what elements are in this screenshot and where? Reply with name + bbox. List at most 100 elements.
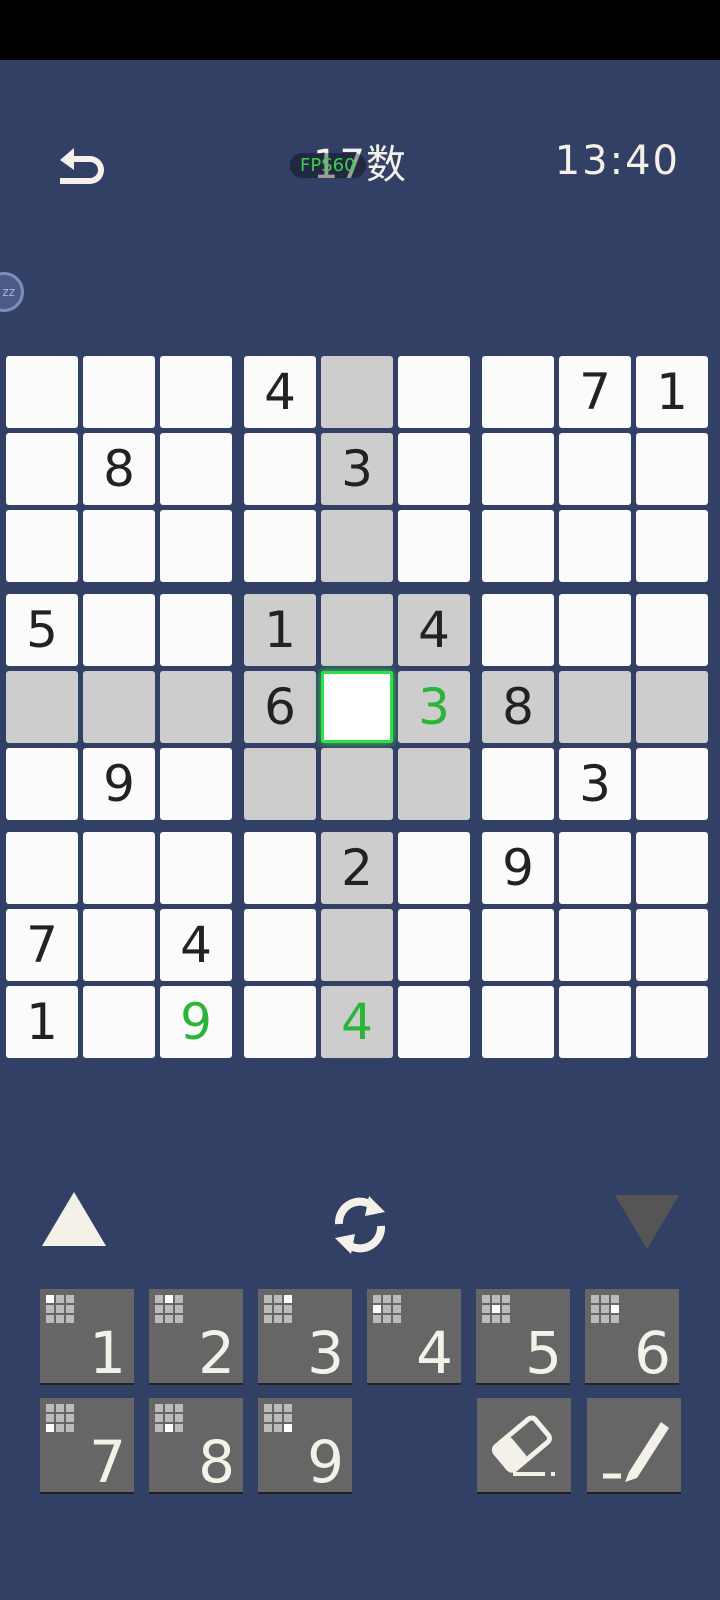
- sudoku-cell[interactable]: [6, 356, 78, 428]
- sudoku-cell[interactable]: [244, 510, 316, 582]
- sudoku-cell[interactable]: [6, 671, 78, 743]
- sudoku-cell[interactable]: [482, 748, 554, 820]
- sudoku-cell[interactable]: [83, 356, 155, 428]
- sudoku-cell[interactable]: [6, 510, 78, 582]
- sudoku-cell[interactable]: [160, 594, 232, 666]
- sudoku-cell[interactable]: [482, 986, 554, 1058]
- sudoku-cell[interactable]: [398, 356, 470, 428]
- sudoku-cell[interactable]: 4: [244, 356, 316, 428]
- sudoku-cell[interactable]: [244, 909, 316, 981]
- sudoku-cell[interactable]: [83, 510, 155, 582]
- sudoku-cell[interactable]: 3: [559, 748, 631, 820]
- sudoku-cell[interactable]: [244, 433, 316, 505]
- sudoku-cell[interactable]: 6: [244, 671, 316, 743]
- sudoku-cell[interactable]: [83, 986, 155, 1058]
- sudoku-cell[interactable]: [398, 748, 470, 820]
- sudoku-cell[interactable]: [398, 832, 470, 904]
- sudoku-cell[interactable]: [160, 832, 232, 904]
- sudoku-cell[interactable]: [636, 748, 708, 820]
- eraser-button[interactable]: [477, 1398, 571, 1492]
- sudoku-cell[interactable]: [482, 433, 554, 505]
- sudoku-cell[interactable]: 2: [321, 832, 393, 904]
- sudoku-cell[interactable]: 3: [321, 433, 393, 505]
- sudoku-cell[interactable]: [636, 909, 708, 981]
- sudoku-cell[interactable]: [6, 832, 78, 904]
- pencil-button[interactable]: [587, 1398, 681, 1492]
- sudoku-cell[interactable]: 4: [398, 594, 470, 666]
- sudoku-cell[interactable]: [398, 986, 470, 1058]
- sudoku-cell[interactable]: 1: [244, 594, 316, 666]
- sudoku-cell[interactable]: [398, 433, 470, 505]
- digit-key-1[interactable]: 1: [40, 1289, 134, 1387]
- sudoku-cell[interactable]: [321, 510, 393, 582]
- arrow-up-icon[interactable]: [42, 1192, 106, 1246]
- sudoku-cell[interactable]: [636, 594, 708, 666]
- digit-key-5[interactable]: 5: [476, 1289, 570, 1387]
- sudoku-cell[interactable]: [636, 510, 708, 582]
- sleep-button[interactable]: zz: [0, 272, 24, 312]
- sudoku-cell[interactable]: [321, 356, 393, 428]
- arrow-down-icon[interactable]: [615, 1195, 679, 1249]
- sudoku-cell[interactable]: 5: [6, 594, 78, 666]
- sudoku-cell[interactable]: [83, 832, 155, 904]
- sudoku-cell[interactable]: [636, 671, 708, 743]
- sudoku-cell[interactable]: 3: [398, 671, 470, 743]
- sudoku-cell[interactable]: 7: [6, 909, 78, 981]
- sudoku-cell[interactable]: [559, 510, 631, 582]
- sudoku-cell[interactable]: [398, 909, 470, 981]
- sudoku-cell[interactable]: [482, 594, 554, 666]
- digit-key-label: 6: [634, 1319, 671, 1387]
- sudoku-cell[interactable]: [398, 510, 470, 582]
- sudoku-cell[interactable]: [559, 909, 631, 981]
- sudoku-cell[interactable]: 4: [321, 986, 393, 1058]
- sudoku-cell[interactable]: [636, 986, 708, 1058]
- sudoku-cell[interactable]: [482, 510, 554, 582]
- sudoku-cell[interactable]: [244, 986, 316, 1058]
- digit-key-7[interactable]: 7: [40, 1398, 134, 1496]
- digit-key-4[interactable]: 4: [367, 1289, 461, 1387]
- sudoku-cell[interactable]: 9: [482, 832, 554, 904]
- sudoku-cell[interactable]: [160, 671, 232, 743]
- sudoku-cell[interactable]: [83, 671, 155, 743]
- sudoku-cell[interactable]: [160, 433, 232, 505]
- digit-key-6[interactable]: 6: [585, 1289, 679, 1387]
- sudoku-cell[interactable]: [160, 356, 232, 428]
- digit-key-8[interactable]: 8: [149, 1398, 243, 1496]
- sudoku-cell[interactable]: [321, 748, 393, 820]
- digit-key-label: 7: [89, 1428, 126, 1496]
- sudoku-cell[interactable]: [321, 909, 393, 981]
- sudoku-cell[interactable]: 9: [83, 748, 155, 820]
- sudoku-cell[interactable]: [83, 909, 155, 981]
- sudoku-cell[interactable]: [83, 594, 155, 666]
- sudoku-cell[interactable]: 1: [636, 356, 708, 428]
- sudoku-cell[interactable]: [482, 356, 554, 428]
- sudoku-cell[interactable]: [244, 832, 316, 904]
- digit-key-9[interactable]: 9: [258, 1398, 352, 1496]
- sudoku-cell[interactable]: [559, 594, 631, 666]
- digit-key-2[interactable]: 2: [149, 1289, 243, 1387]
- sudoku-cell[interactable]: 9: [160, 986, 232, 1058]
- sudoku-cell[interactable]: 4: [160, 909, 232, 981]
- sudoku-cell[interactable]: 8: [482, 671, 554, 743]
- sudoku-cell[interactable]: [636, 832, 708, 904]
- sudoku-cell[interactable]: [160, 748, 232, 820]
- sudoku-cell[interactable]: 1: [6, 986, 78, 1058]
- sudoku-cell[interactable]: [321, 594, 393, 666]
- sudoku-cell[interactable]: [559, 986, 631, 1058]
- selected-cell[interactable]: [321, 671, 393, 743]
- eraser-icon: [491, 1415, 555, 1476]
- digit-key-3[interactable]: 3: [258, 1289, 352, 1387]
- sudoku-cell[interactable]: [6, 433, 78, 505]
- digit-key-label: 2: [198, 1319, 235, 1387]
- sudoku-cell[interactable]: [244, 748, 316, 820]
- sudoku-cell[interactable]: [6, 748, 78, 820]
- sudoku-cell[interactable]: [559, 671, 631, 743]
- sudoku-cell[interactable]: 8: [83, 433, 155, 505]
- sudoku-cell[interactable]: [482, 909, 554, 981]
- sudoku-cell[interactable]: 7: [559, 356, 631, 428]
- sudoku-cell[interactable]: [636, 433, 708, 505]
- sudoku-cell[interactable]: [160, 510, 232, 582]
- refresh-icon[interactable]: [325, 1190, 395, 1260]
- sudoku-cell[interactable]: [559, 832, 631, 904]
- sudoku-cell[interactable]: [559, 433, 631, 505]
